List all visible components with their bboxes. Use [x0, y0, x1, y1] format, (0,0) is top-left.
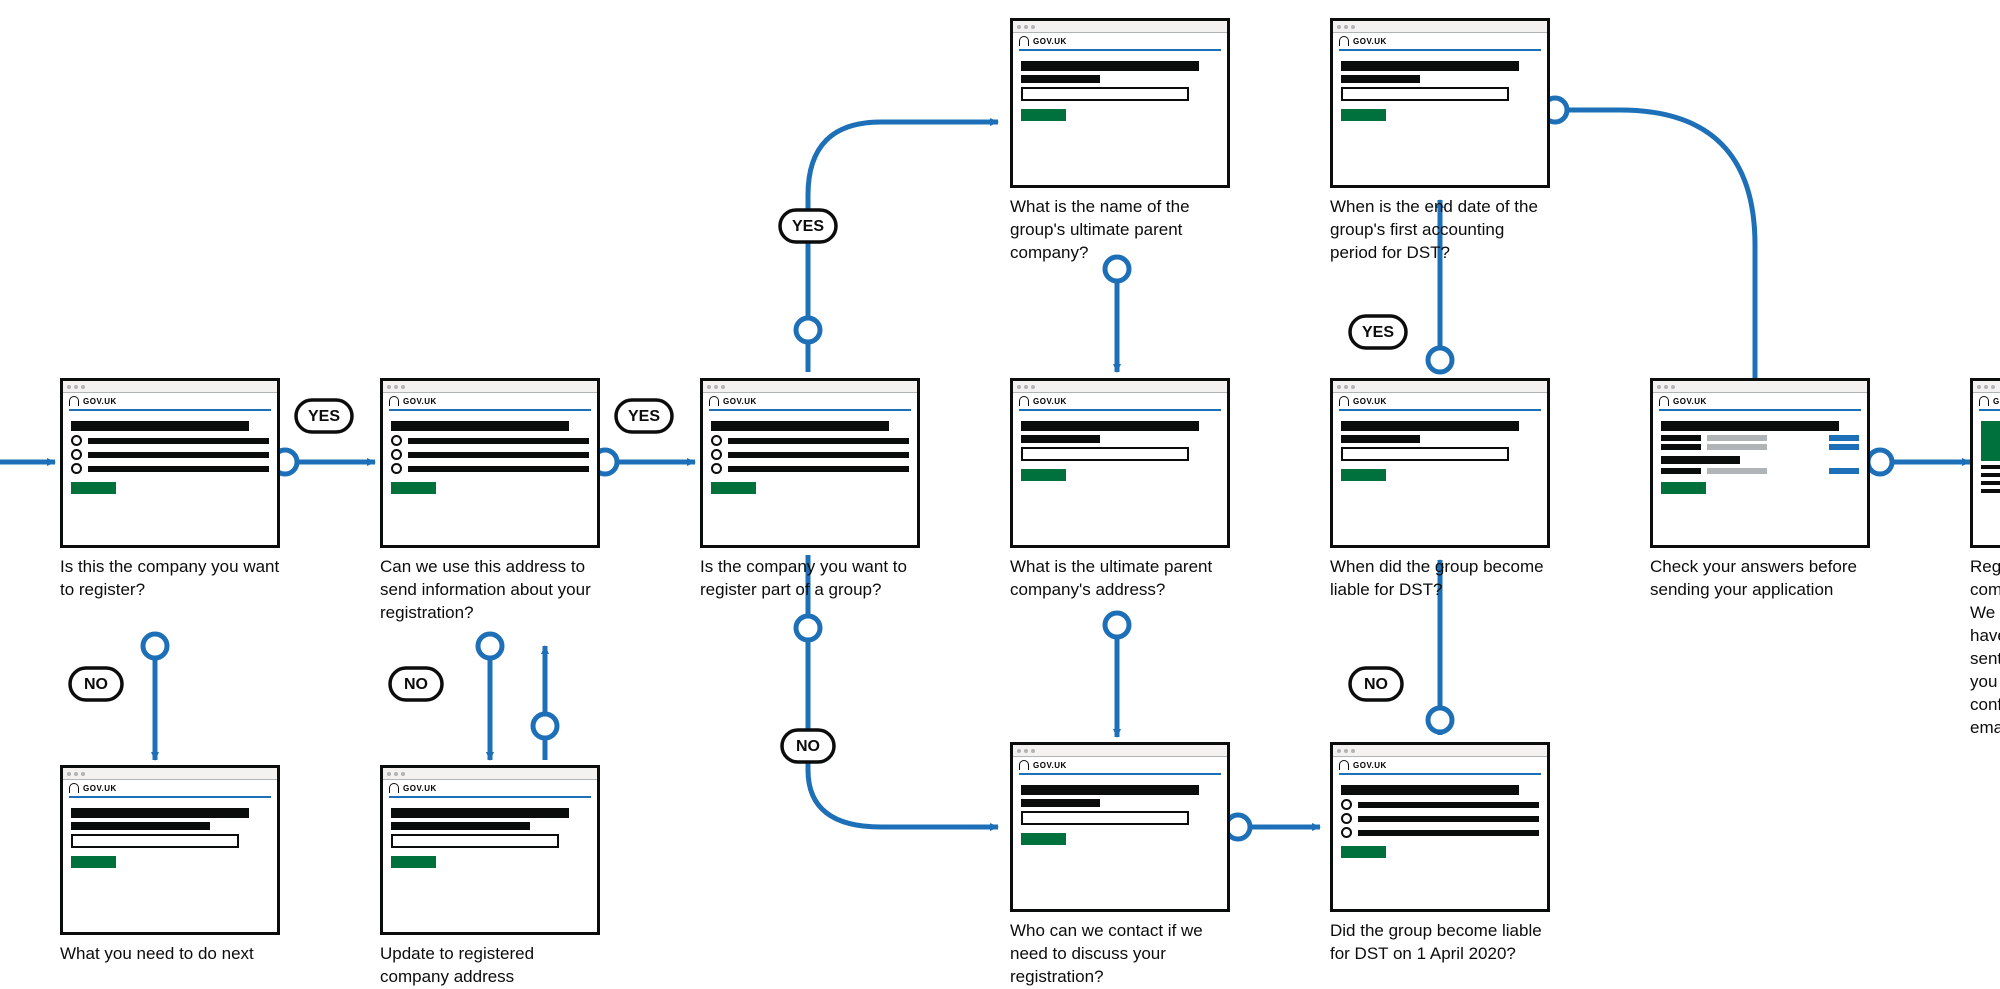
svg-text:NO: NO [404, 676, 428, 693]
pill-no-2: NO [390, 668, 442, 700]
pill-yes-2: YES [616, 400, 672, 432]
pill-yes-4: YES [1350, 316, 1406, 348]
pill-yes-3: YES [780, 210, 836, 242]
step-caption: Is the company you want to register part… [700, 556, 925, 602]
step-caption: Registration complete. We have sent you … [1970, 556, 2000, 740]
svg-text:NO: NO [84, 676, 108, 693]
crown-icon [1339, 760, 1349, 770]
crown-icon [1979, 396, 1989, 406]
step-caption: When is the end date of the group's firs… [1330, 196, 1555, 265]
govuk-brand: GOV.UK [83, 397, 117, 406]
crown-icon [1019, 36, 1029, 46]
pill-no-4: NO [1350, 668, 1402, 700]
step-part-of-group[interactable]: GOV.UK Is the company you want to regist… [700, 378, 925, 602]
step-caption: What is the name of the group's ultimate… [1010, 196, 1235, 265]
step-caption: What you need to do next [60, 943, 285, 966]
crown-icon [1659, 396, 1669, 406]
crown-icon [1019, 396, 1029, 406]
svg-text:NO: NO [796, 738, 820, 755]
step-liable-1-april-2020[interactable]: GOV.UK Did the group become liable for D… [1330, 742, 1555, 966]
crown-icon [709, 396, 719, 406]
svg-text:YES: YES [1362, 324, 1394, 341]
crown-icon [389, 783, 399, 793]
svg-text:YES: YES [628, 408, 660, 425]
svg-text:YES: YES [308, 408, 340, 425]
step-caption: Did the group become liable for DST on 1… [1330, 920, 1555, 966]
step-caption: Is this the company you want to register… [60, 556, 285, 602]
step-caption: What is the ultimate parent company's ad… [1010, 556, 1235, 602]
step-caption: Can we use this address to send informat… [380, 556, 605, 625]
step-is-this-company[interactable]: GOV.UK Is this the company you want to r… [60, 378, 285, 602]
crown-icon [1339, 36, 1349, 46]
step-accounting-end-date[interactable]: GOV.UK When is the end date of the group… [1330, 18, 1555, 265]
pill-yes-1: YES [296, 400, 352, 432]
svg-text:YES: YES [792, 218, 824, 235]
crown-icon [69, 396, 79, 406]
step-caption: Check your answers before sending your a… [1650, 556, 1875, 602]
step-update-address[interactable]: GOV.UK Update to registered company addr… [380, 765, 605, 989]
svg-text:NO: NO [1364, 676, 1388, 693]
step-check-answers[interactable]: GOV.UK Check your answers before sending… [1650, 378, 1875, 602]
step-caption: Update to registered company address [380, 943, 605, 989]
step-parent-address[interactable]: GOV.UK What is the ultimate parent compa… [1010, 378, 1235, 602]
crown-icon [389, 396, 399, 406]
step-caption: Who can we contact if we need to discuss… [1010, 920, 1235, 989]
step-contact[interactable]: GOV.UK Who can we contact if we need to … [1010, 742, 1235, 989]
pill-no-3: NO [782, 730, 834, 762]
step-when-liable[interactable]: GOV.UK When did the group become liable … [1330, 378, 1555, 602]
crown-icon [69, 783, 79, 793]
step-registration-complete[interactable]: GOV.UK Registration complete. We have se… [1970, 378, 2000, 740]
step-caption: When did the group become liable for DST… [1330, 556, 1555, 602]
pill-no-1: NO [70, 668, 122, 700]
step-parent-name[interactable]: GOV.UK What is the name of the group's u… [1010, 18, 1235, 265]
step-use-this-address[interactable]: GOV.UK Can we use this address to send i… [380, 378, 605, 625]
crown-icon [1339, 396, 1349, 406]
crown-icon [1019, 760, 1029, 770]
step-what-next[interactable]: GOV.UK What you need to do next [60, 765, 285, 966]
